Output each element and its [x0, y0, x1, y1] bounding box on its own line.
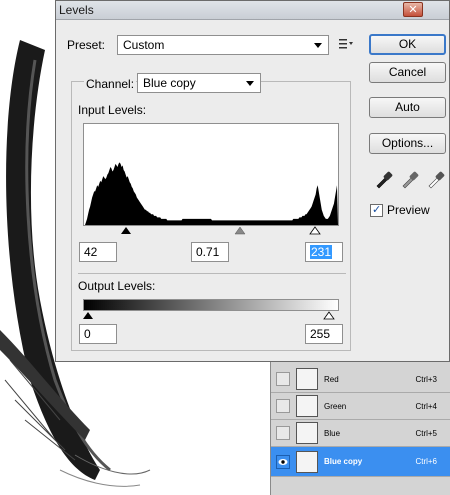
ok-button[interactable]: OK: [369, 34, 446, 55]
black-eyedropper-icon[interactable]: [374, 169, 394, 189]
input-white-field[interactable]: 231: [305, 242, 343, 262]
visibility-toggle[interactable]: [276, 372, 290, 386]
white-eyedropper-icon[interactable]: [426, 169, 446, 189]
input-white-value: 231: [310, 245, 333, 259]
output-levels-label: Output Levels:: [78, 279, 156, 293]
preset-options-icon[interactable]: [338, 37, 354, 51]
input-gamma-value: 0.71: [196, 245, 220, 259]
dialog-title: Levels: [59, 3, 94, 17]
channel-row-green[interactable]: Green Ctrl+4: [271, 393, 450, 420]
eye-icon-glyph: [278, 458, 288, 465]
channel-shortcut: Ctrl+6: [415, 457, 437, 466]
auto-button[interactable]: Auto: [369, 97, 446, 118]
black-point-slider[interactable]: [121, 227, 131, 234]
chevron-down-icon: [246, 81, 254, 86]
output-black-slider[interactable]: [83, 312, 93, 319]
channel-thumbnail: [296, 368, 318, 390]
cancel-button[interactable]: Cancel: [369, 62, 446, 83]
gamma-slider[interactable]: [234, 226, 246, 235]
preset-dropdown[interactable]: Custom: [117, 35, 329, 55]
channel-dropdown[interactable]: Blue copy: [137, 73, 261, 93]
channel-thumbnail: [296, 450, 318, 473]
options-button[interactable]: Options...: [369, 133, 446, 154]
divider: [78, 273, 346, 274]
input-black-field[interactable]: 42: [79, 242, 117, 262]
output-gradient: [83, 299, 339, 311]
preset-value: Custom: [123, 38, 165, 52]
channel-value: Blue copy: [143, 76, 196, 90]
eye-icon[interactable]: [276, 454, 290, 469]
input-levels-label: Input Levels:: [78, 103, 147, 117]
title-bar[interactable]: Levels ✕: [56, 1, 449, 20]
input-gamma-field[interactable]: 0.71: [191, 242, 229, 262]
channel-name: Green: [324, 401, 347, 411]
channel-shortcut: Ctrl+3: [415, 374, 437, 384]
channel-name: Blue: [324, 428, 341, 438]
channel-row-red[interactable]: Red Ctrl+3: [271, 366, 450, 393]
output-white-slider[interactable]: [323, 311, 335, 320]
output-white-value: 255: [310, 327, 331, 341]
output-slider-track[interactable]: [83, 311, 339, 321]
chevron-down-icon: [314, 43, 322, 48]
input-slider-track[interactable]: [83, 226, 339, 236]
channels-panel: Red Ctrl+3 Green Ctrl+4 Blue Ctrl+5 Blue…: [270, 362, 450, 495]
channel-label: Channel:: [84, 77, 137, 91]
channel-row-blue[interactable]: Blue Ctrl+5: [271, 420, 450, 447]
checkmark-icon: ✓: [372, 204, 382, 216]
histogram: [83, 123, 339, 226]
preview-label: Preview: [387, 203, 430, 217]
output-black-value: 0: [84, 327, 91, 341]
output-white-field[interactable]: 255: [305, 324, 343, 344]
input-black-value: 42: [84, 245, 98, 259]
histogram-chart: [84, 162, 338, 225]
channel-shortcut: Ctrl+5: [415, 428, 437, 438]
gray-eyedropper-icon[interactable]: [400, 169, 420, 189]
preview-checkbox[interactable]: ✓: [370, 204, 383, 217]
output-black-field[interactable]: 0: [79, 324, 117, 344]
visibility-toggle[interactable]: [276, 426, 290, 440]
channel-shortcut: Ctrl+4: [415, 401, 437, 411]
white-point-slider[interactable]: [309, 226, 321, 235]
levels-dialog: Levels ✕ Preset: Custom Channel: Blue co…: [55, 0, 450, 362]
channel-thumbnail: [296, 395, 318, 417]
preset-label: Preset:: [67, 38, 106, 52]
histogram-area: [84, 162, 338, 225]
visibility-toggle[interactable]: [276, 399, 290, 413]
channel-name: Red: [324, 374, 339, 384]
channel-name: Blue copy: [324, 457, 363, 466]
close-button[interactable]: ✕: [403, 2, 423, 17]
channel-thumbnail: [296, 422, 318, 444]
channel-row-blue-copy[interactable]: Blue copy Ctrl+6: [271, 447, 450, 477]
